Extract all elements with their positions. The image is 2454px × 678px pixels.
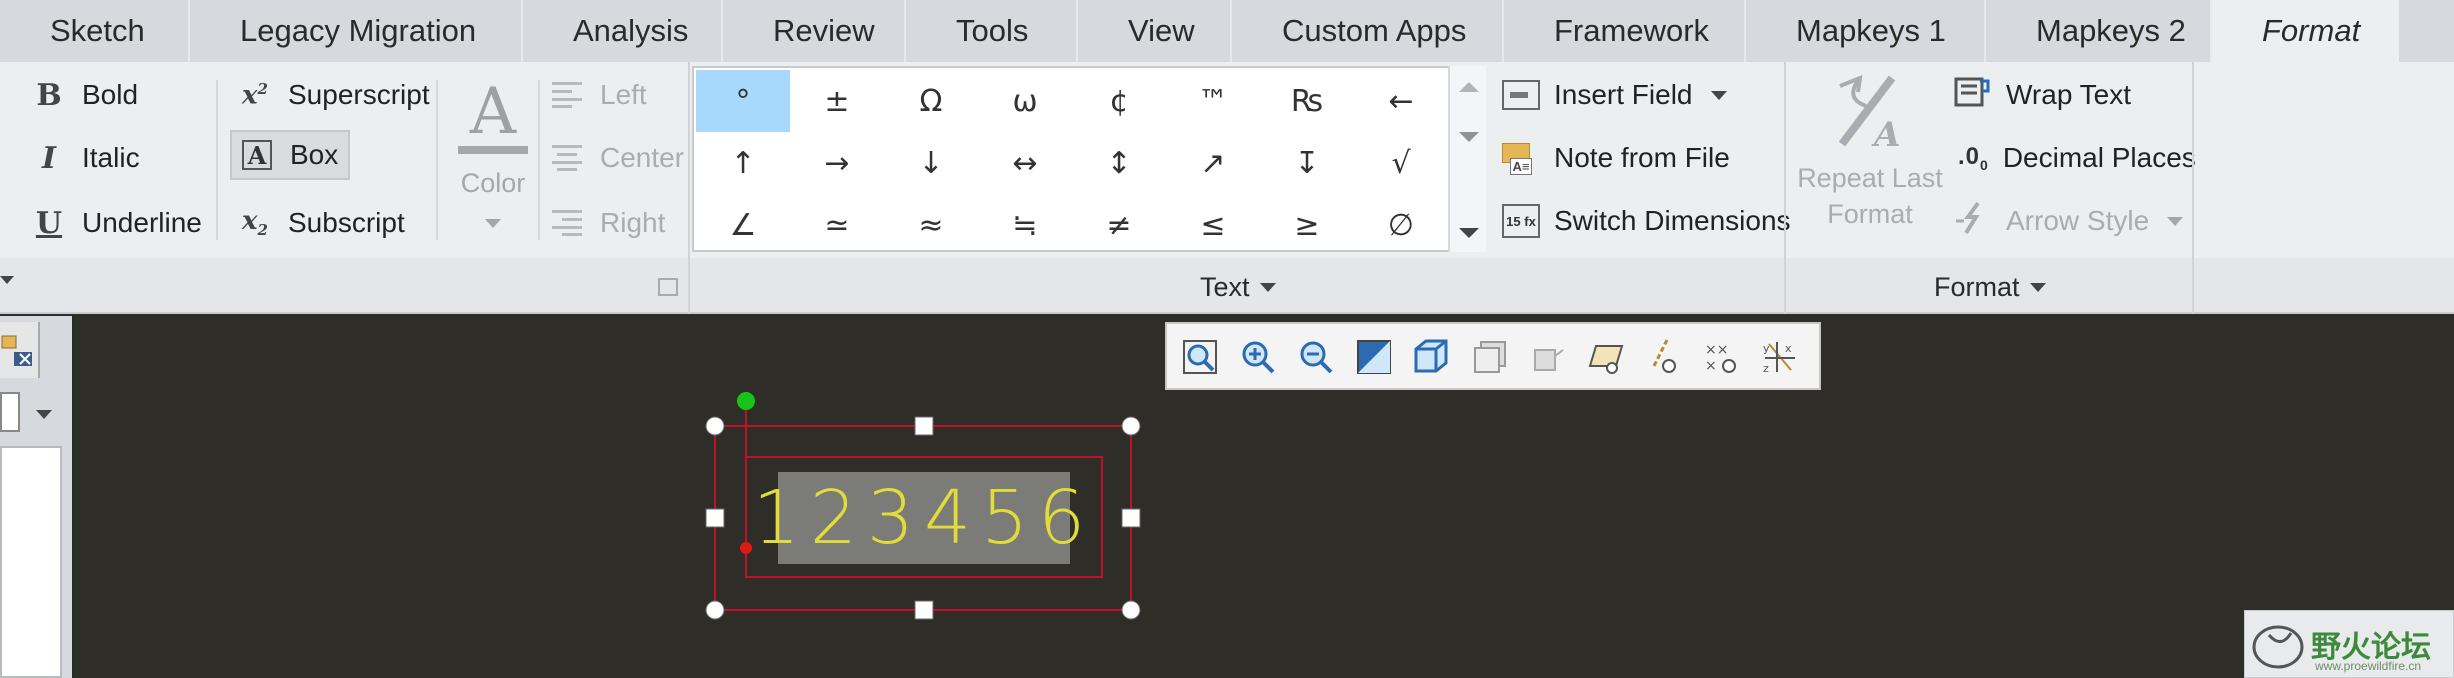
edge-handle <box>1121 508 1141 528</box>
svg-text:x: x <box>1785 342 1792 355</box>
svg-text:××: ×× <box>1705 342 1728 358</box>
view-manager-icon[interactable] <box>1469 336 1511 378</box>
zoom-in-icon[interactable] <box>1237 336 1279 378</box>
plane-display-icon[interactable] <box>1585 336 1627 378</box>
point-display-icon[interactable]: ×× × <box>1701 336 1743 378</box>
svg-text:z: z <box>1763 362 1769 375</box>
svg-text:×: × <box>1705 358 1717 374</box>
edge-handle <box>705 508 725 528</box>
graphics-toolbar: ×× × y x z <box>1165 322 1821 390</box>
display-style-icon[interactable] <box>1527 336 1569 378</box>
zoom-out-icon[interactable] <box>1295 336 1337 378</box>
corner-handle <box>705 600 725 620</box>
saved-orientations-icon[interactable] <box>1411 336 1453 378</box>
repaint-icon[interactable] <box>1353 336 1395 378</box>
origin-point <box>740 542 752 554</box>
note-text[interactable]: 123456 <box>753 472 1085 564</box>
watermark-logo-icon <box>2252 625 2304 669</box>
rotation-handle <box>737 392 755 410</box>
edge-handle <box>914 600 934 620</box>
edge-handle <box>914 416 934 436</box>
corner-handle <box>705 416 725 436</box>
watermark-url: www.proewildfire.cn <box>2315 659 2422 673</box>
refit-icon[interactable] <box>1179 336 1221 378</box>
forum-watermark: 野火论坛 www.proewildfire.cn <box>2244 610 2454 678</box>
corner-handle <box>1121 416 1141 436</box>
corner-handle <box>1121 600 1141 620</box>
csys-display-icon[interactable]: y x z <box>1759 336 1801 378</box>
svg-text:y: y <box>1763 342 1770 355</box>
axis-display-icon[interactable] <box>1643 336 1685 378</box>
